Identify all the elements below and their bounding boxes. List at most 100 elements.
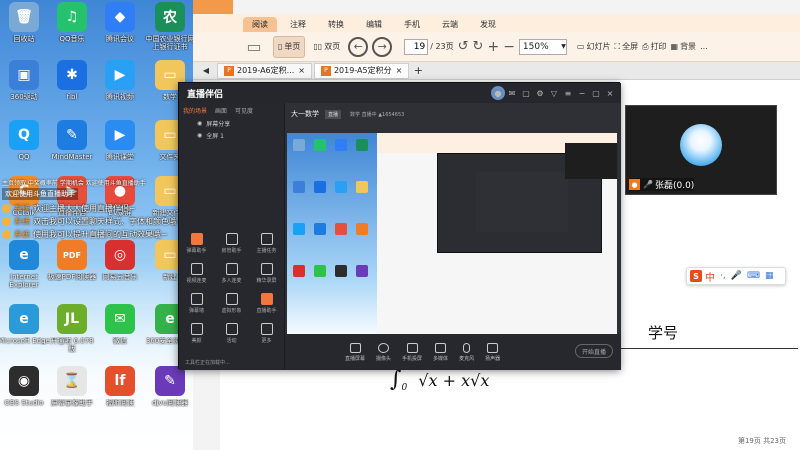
close-icon[interactable]: × bbox=[298, 66, 305, 75]
print-button[interactable]: ⎙ 打印 bbox=[642, 36, 666, 58]
desktop-icon[interactable]: 🗑 回收站 bbox=[0, 2, 48, 58]
menu-discover[interactable]: 发现 bbox=[471, 17, 505, 32]
shirt-icon[interactable]: ▽ bbox=[547, 86, 561, 100]
desktop-icon[interactable]: ◎ 网易云音乐 bbox=[96, 240, 144, 296]
desktop-icon[interactable]: ▶ 腾讯课堂 bbox=[96, 120, 144, 176]
scene-item[interactable]: ◉ 屏幕分享 bbox=[179, 117, 284, 129]
eye-icon[interactable]: ◉ bbox=[197, 120, 202, 127]
desktop-icon[interactable]: ✎ MindMaster bbox=[48, 120, 96, 176]
rotate-left-icon[interactable]: ↺ bbox=[458, 36, 469, 58]
tab-visibility[interactable]: 可见度 bbox=[235, 106, 253, 115]
live-left-panel: 我的场景 画面 可见度 ◉ 屏幕分享 ◉ 全屏 1 弹幕助手 房管助手 主播任务视频… bbox=[179, 103, 285, 370]
desktop-icon[interactable]: ▣ 360驱动 bbox=[0, 60, 48, 116]
ime-toolbar[interactable]: S 中 ·, 🎤 ⌨ ▦ bbox=[686, 267, 786, 285]
zoom-select[interactable]: 150% ▼ bbox=[518, 38, 567, 55]
live-tool-button[interactable]: 虚拟形象 bbox=[214, 293, 249, 314]
microphone-button[interactable]: 麦克风 bbox=[459, 342, 474, 362]
minimize-icon[interactable]: − bbox=[575, 86, 589, 100]
settings-icon[interactable]: ⚙ bbox=[533, 86, 547, 100]
desktop-icon[interactable]: ♫ QQ音乐 bbox=[48, 2, 96, 58]
sidebar-toggle-icon[interactable]: ◀ bbox=[199, 60, 213, 82]
close-icon[interactable]: × bbox=[603, 86, 617, 100]
page-number-input[interactable] bbox=[404, 38, 429, 55]
desktop-icon[interactable]: JL 开通啦 6.078 版 bbox=[48, 304, 96, 360]
source-screen-button[interactable]: 直播屏幕 bbox=[345, 342, 365, 362]
message-icon[interactable]: ▢ bbox=[519, 86, 533, 100]
desktop-icon[interactable]: Q QQ bbox=[0, 120, 48, 176]
menu-icon[interactable]: ≡ bbox=[561, 86, 575, 100]
fullscreen-button[interactable]: ⛶ 全屏 bbox=[614, 36, 638, 58]
speaker-button[interactable]: 扬声器 bbox=[485, 342, 500, 362]
desktop-icon[interactable]: ✎ djvu阅读器 bbox=[146, 366, 194, 422]
double-page-button[interactable]: ▯▯ 双页 bbox=[309, 36, 344, 58]
single-page-button[interactable]: ▯ 单页 bbox=[273, 35, 306, 58]
prev-page-button[interactable]: ← bbox=[348, 36, 369, 57]
live-tool-button[interactable]: 弹幕墙 bbox=[179, 293, 214, 314]
live-tool-button[interactable]: 直播助手 bbox=[249, 293, 284, 314]
next-page-button[interactable]: → bbox=[372, 36, 393, 57]
mail-icon[interactable]: ✉ bbox=[505, 86, 519, 100]
desktop-icon[interactable]: ✉ 微信 bbox=[96, 304, 144, 360]
background-button[interactable]: ▦ 背景 bbox=[671, 36, 697, 58]
camera-preview[interactable]: ● 🎤 张磊(0.0) bbox=[625, 105, 777, 195]
tab-my-scenes[interactable]: 我的场景 bbox=[183, 106, 207, 115]
desktop-icon[interactable]: PDF 极速PDF阅读器 bbox=[48, 240, 96, 296]
punctuation-icon[interactable]: ·, bbox=[720, 271, 726, 281]
desktop-icon[interactable]: ⌛ 屏幕录像助手 bbox=[48, 366, 96, 422]
live-room-title[interactable]: 大一数学 bbox=[291, 109, 319, 119]
desktop-icon[interactable]: ◉ OBS Studio bbox=[0, 366, 48, 422]
document-tab[interactable]: P 2019-A6定积... × bbox=[217, 62, 312, 79]
tool-icon bbox=[225, 233, 238, 245]
menu-edit[interactable]: 编辑 bbox=[357, 17, 391, 32]
open-folder-button[interactable]: ▭ bbox=[243, 36, 265, 58]
menu-cloud[interactable]: 云端 bbox=[433, 17, 467, 32]
integral-body: √x + x√x bbox=[418, 371, 490, 390]
desktop-icon[interactable]: ◆ 腾讯会议 bbox=[96, 2, 144, 58]
rotate-right-icon[interactable]: ↻ bbox=[473, 36, 484, 58]
zoom-out-icon[interactable]: − bbox=[503, 36, 515, 58]
desktop-icon[interactable]: e Microsoft Edge bbox=[0, 304, 50, 360]
live-tool-button[interactable]: 视频连麦 bbox=[179, 263, 214, 284]
desktop-icon[interactable]: ✱ flbl bbox=[48, 60, 96, 116]
desktop-icon[interactable]: lf 福昕阅读 bbox=[96, 366, 144, 422]
scene-item[interactable]: ◉ 全屏 1 bbox=[179, 129, 284, 141]
desktop-icon-label: Microsoft Edge bbox=[0, 337, 50, 345]
pdf-menu-bar: 阅读 注释 转换 编辑 手机 云端 发现 bbox=[193, 14, 800, 32]
ime-language[interactable]: 中 bbox=[705, 269, 715, 284]
slideshow-button[interactable]: ▭ 幻灯片 bbox=[577, 36, 611, 58]
menu-convert[interactable]: 转换 bbox=[319, 17, 353, 32]
live-tool-button[interactable]: 弹幕助手 bbox=[179, 233, 214, 254]
preview-camera bbox=[565, 143, 617, 179]
live-tool-button[interactable]: 房管助手 bbox=[214, 233, 249, 254]
live-tool-button[interactable]: 主播任务 bbox=[249, 233, 284, 254]
desktop-icon[interactable]: 农中国农业银行网上银行证书 bbox=[146, 2, 195, 58]
live-tool-button[interactable]: 多人连麦 bbox=[214, 263, 249, 284]
new-tab-button[interactable]: + bbox=[411, 60, 425, 82]
desktop-icon[interactable]: ▶ 腾讯视频 bbox=[96, 60, 144, 116]
menu-annotate[interactable]: 注释 bbox=[281, 17, 315, 32]
maximize-icon[interactable]: ▢ bbox=[589, 86, 603, 100]
start-live-button[interactable]: 开始直播 bbox=[575, 344, 613, 358]
tool-icon bbox=[225, 323, 238, 335]
source-phone-button[interactable]: 手机投屏 bbox=[402, 342, 422, 362]
close-icon[interactable]: × bbox=[396, 66, 403, 75]
keyboard-icon[interactable]: ⌨ bbox=[747, 271, 760, 281]
eye-icon[interactable]: ◉ bbox=[197, 132, 202, 139]
more-button[interactable]: ... bbox=[700, 36, 708, 58]
grid-icon[interactable]: ▦ bbox=[765, 271, 774, 281]
desktop-icon[interactable]: e Internet Explorer bbox=[0, 240, 48, 296]
mic-icon[interactable]: 🎤 bbox=[731, 271, 742, 281]
live-tool-button[interactable]: 精华录屏 bbox=[249, 263, 284, 284]
tab-picture[interactable]: 画面 bbox=[215, 106, 227, 115]
live-preview[interactable] bbox=[287, 133, 617, 341]
live-tool-button[interactable]: 活动 bbox=[214, 323, 249, 344]
avatar-icon[interactable]: ● bbox=[491, 86, 505, 100]
menu-read[interactable]: 阅读 bbox=[243, 17, 277, 32]
live-tool-button[interactable]: 更多 bbox=[249, 323, 284, 344]
live-tool-button[interactable]: 美颜 bbox=[179, 323, 214, 344]
source-camera-button[interactable]: 摄像头 bbox=[376, 342, 391, 362]
zoom-in-icon[interactable]: + bbox=[487, 36, 499, 58]
menu-phone[interactable]: 手机 bbox=[395, 17, 429, 32]
document-tab-active[interactable]: P 2019-A5定积分 × bbox=[313, 62, 410, 79]
source-media-button[interactable]: 多媒体 bbox=[433, 342, 448, 362]
